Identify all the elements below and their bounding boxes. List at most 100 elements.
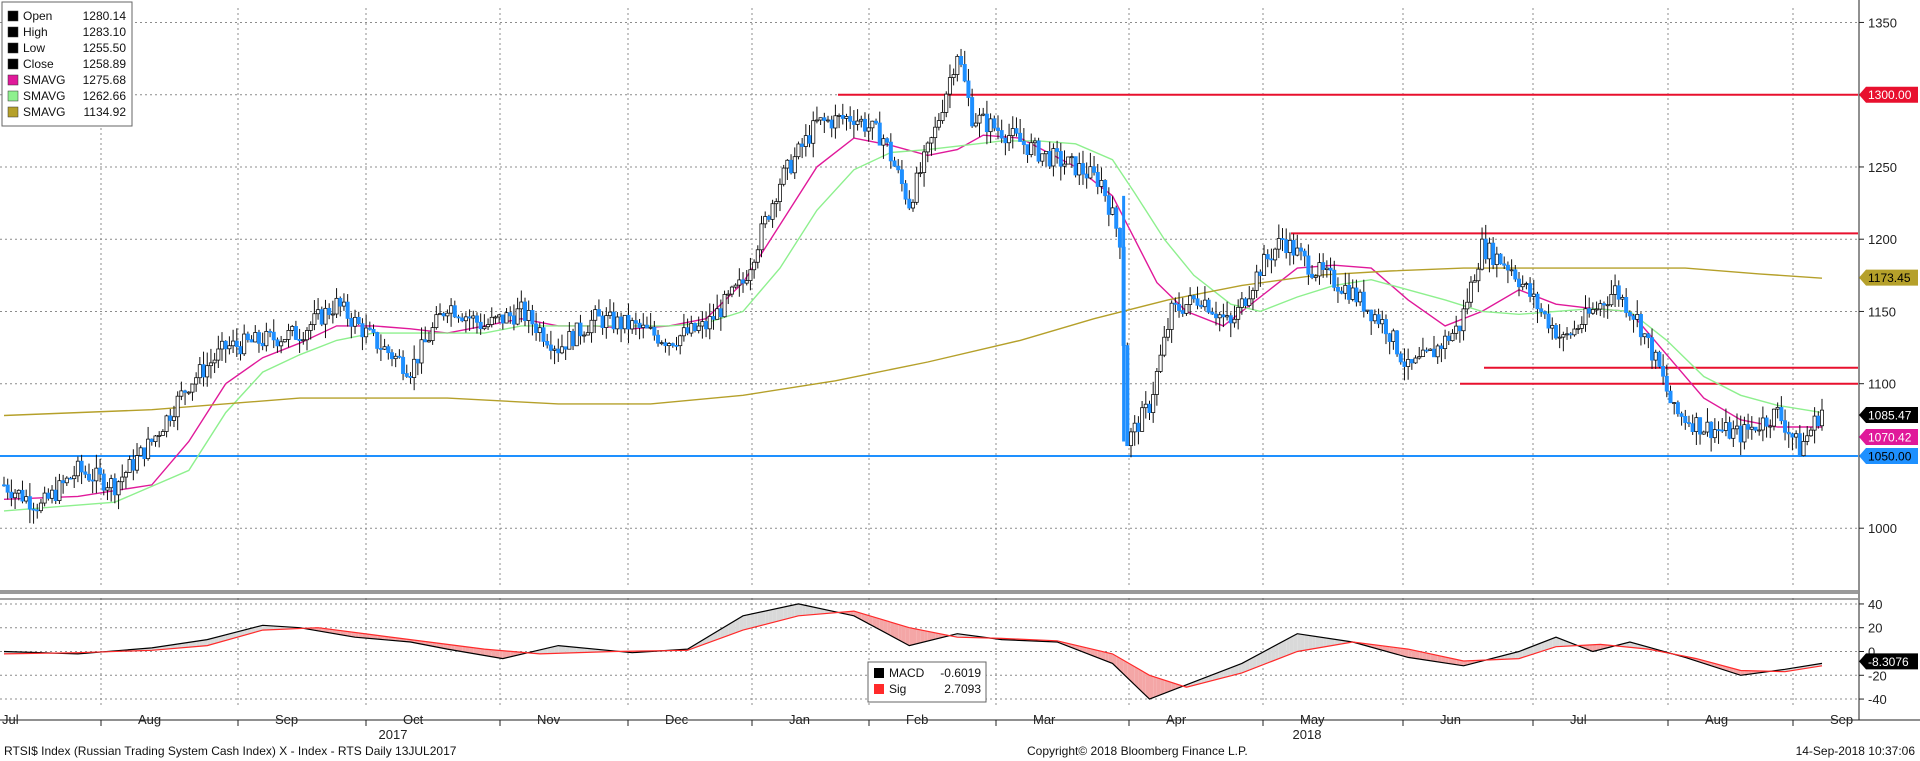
candle xyxy=(1716,421,1721,444)
candle xyxy=(1099,167,1104,194)
candle xyxy=(1579,316,1584,334)
candle xyxy=(1202,286,1207,311)
macd-y-tick-label: -40 xyxy=(1868,692,1887,707)
candle xyxy=(944,91,949,118)
candle xyxy=(1690,414,1695,435)
candle xyxy=(774,198,779,218)
value-tag: 1085.47 xyxy=(1859,407,1918,423)
candle xyxy=(519,290,524,323)
candle xyxy=(1524,281,1529,290)
candle xyxy=(1306,244,1311,285)
candle xyxy=(596,299,601,317)
value-tag: 1050.00 xyxy=(1859,447,1918,464)
x-tick-label: Aug xyxy=(138,712,161,727)
value-tag: 1070.42 xyxy=(1859,429,1918,445)
candle xyxy=(1476,262,1481,293)
candle xyxy=(282,339,287,343)
candle xyxy=(770,199,775,228)
candle xyxy=(925,141,930,163)
candle xyxy=(947,64,952,109)
candle xyxy=(818,117,823,125)
candle xyxy=(1269,248,1274,274)
candle xyxy=(438,303,443,316)
candle xyxy=(304,327,309,351)
candle xyxy=(1668,385,1673,404)
candle xyxy=(1084,162,1089,189)
candle xyxy=(1424,347,1429,353)
year-label: 2017 xyxy=(379,727,408,742)
candle xyxy=(670,342,675,348)
candle xyxy=(556,338,561,362)
macd-y-tick-label: 40 xyxy=(1868,597,1882,612)
candle xyxy=(1749,416,1754,440)
candle xyxy=(20,480,25,504)
candle xyxy=(678,334,683,355)
candle xyxy=(1701,430,1706,435)
x-tick-label: Dec xyxy=(665,712,689,727)
candle xyxy=(1742,416,1747,450)
candle xyxy=(83,465,88,479)
candle xyxy=(1365,309,1370,315)
svg-text:1255.50: 1255.50 xyxy=(83,41,127,55)
panel-separator[interactable] xyxy=(0,590,1858,594)
candle xyxy=(1302,248,1307,267)
candle xyxy=(1635,300,1640,328)
svg-text:1258.89: 1258.89 xyxy=(83,57,127,71)
candle xyxy=(471,310,476,329)
candle xyxy=(179,381,184,401)
candle xyxy=(478,313,483,335)
candle xyxy=(1188,287,1193,315)
x-tick-label: Jul xyxy=(1570,712,1587,727)
candle xyxy=(493,315,498,324)
x-tick-label: Oct xyxy=(403,712,424,727)
candle xyxy=(1705,408,1710,437)
macd-y-tick-label: 20 xyxy=(1868,621,1882,636)
candle xyxy=(1760,406,1765,442)
candle xyxy=(1010,116,1015,149)
candle xyxy=(1609,280,1614,307)
candle xyxy=(1723,408,1728,437)
candle xyxy=(160,429,165,436)
candle xyxy=(1280,228,1285,252)
candle xyxy=(449,298,454,327)
candle xyxy=(1468,276,1473,308)
candle xyxy=(1169,300,1174,343)
candle xyxy=(1675,400,1680,417)
candle xyxy=(814,106,819,124)
candle xyxy=(1546,304,1551,334)
candle xyxy=(870,120,875,140)
candle xyxy=(153,435,158,447)
candle xyxy=(1727,416,1732,440)
candle xyxy=(1598,299,1603,317)
candle xyxy=(120,464,125,491)
candle xyxy=(626,303,631,344)
candle xyxy=(1125,342,1130,447)
candle xyxy=(999,119,1004,144)
candle xyxy=(1432,335,1437,358)
candle xyxy=(1406,348,1411,380)
candle xyxy=(914,166,919,205)
candle xyxy=(1605,296,1610,319)
candle xyxy=(563,346,568,360)
candle xyxy=(116,480,121,510)
candle xyxy=(1191,294,1196,303)
candle xyxy=(1236,299,1241,330)
candle xyxy=(401,350,406,381)
candle xyxy=(582,331,587,343)
candle xyxy=(526,300,531,334)
candle xyxy=(656,329,661,347)
candle xyxy=(467,309,472,331)
candle xyxy=(1151,381,1156,423)
candle xyxy=(541,321,546,347)
x-tick-label: Nov xyxy=(537,712,561,727)
candle xyxy=(707,303,712,340)
candle xyxy=(1653,349,1658,369)
candle xyxy=(504,308,509,324)
y-tick-label: 1000 xyxy=(1868,521,1897,536)
candle xyxy=(109,474,114,502)
candle xyxy=(1291,233,1296,265)
candle xyxy=(238,341,243,361)
candle xyxy=(896,159,901,174)
candle xyxy=(1025,144,1030,163)
candle xyxy=(1494,246,1499,278)
